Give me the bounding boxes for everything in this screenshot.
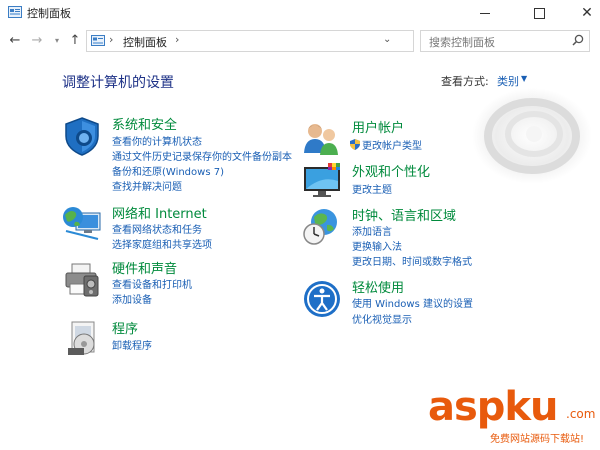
monitor-palette-icon[interactable] — [302, 161, 342, 201]
category-link[interactable]: 更改主题 — [352, 181, 392, 196]
shield-icon[interactable] — [62, 116, 102, 156]
category-title[interactable]: 时钟、语言和区域 — [352, 205, 456, 224]
navigation-bar: ← → ▾ ↑ › 控制面板 › ⌄ ↻ 搜索控制面板 — [0, 28, 600, 54]
breadcrumb-control-panel[interactable]: 控制面板 — [123, 34, 167, 50]
category-link[interactable]: 更改帐户类型 — [350, 137, 422, 152]
watermark-subtitle: 免费网站源码下载站! — [490, 434, 585, 445]
category-title[interactable]: 硬件和声音 — [112, 258, 177, 277]
page-title: 调整计算机的设置 — [62, 75, 174, 91]
category-title[interactable]: 轻松使用 — [352, 277, 404, 296]
category-programs: 程序 卸载程序 — [60, 318, 340, 358]
watermark-brand: aspku — [428, 384, 559, 430]
users-icon[interactable] — [302, 119, 342, 159]
search-input[interactable]: 搜索控制面板 — [420, 30, 590, 52]
category-link[interactable]: 卸载程序 — [112, 337, 152, 352]
category-link[interactable]: 通过文件历史记录保存你的文件备份副本 — [112, 148, 292, 163]
category-title[interactable]: 网络和 Internet — [112, 203, 207, 222]
category-hardware-sound: 硬件和声音 查看设备和打印机 添加设备 — [60, 258, 340, 308]
view-by-caret-icon[interactable]: ▼ — [521, 74, 527, 83]
category-link[interactable]: 添加语言 — [352, 223, 392, 238]
window-title: 控制面板 — [27, 7, 71, 20]
clock-globe-icon[interactable] — [302, 207, 342, 247]
up-button[interactable]: ↑ — [66, 31, 84, 49]
category-ease-of-access: 轻松使用 使用 Windows 建议的设置 优化视觉显示 — [302, 277, 502, 327]
category-title[interactable]: 外观和个性化 — [352, 161, 430, 180]
search-placeholder: 搜索控制面板 — [429, 36, 495, 49]
category-title[interactable]: 系统和安全 — [112, 114, 177, 133]
watermark-suffix: .com — [566, 407, 596, 421]
category-system-security: 系统和安全 查看你的计算机状态 通过文件历史记录保存你的文件备份副本 备份和还原… — [60, 114, 340, 194]
address-separator-icon[interactable]: › — [109, 33, 113, 46]
recent-locations-chevron-icon[interactable]: ▾ — [48, 31, 66, 49]
uac-shield-icon — [350, 139, 360, 150]
ease-of-access-icon[interactable] — [302, 279, 342, 319]
category-link[interactable]: 备份和还原(Windows 7) — [112, 163, 224, 178]
minimize-button[interactable] — [462, 0, 508, 26]
printer-icon[interactable] — [62, 260, 102, 300]
category-link[interactable]: 优化视觉显示 — [352, 311, 412, 326]
category-link[interactable]: 更改日期、时间或数字格式 — [352, 253, 472, 268]
back-button[interactable]: ← — [6, 31, 24, 49]
category-link[interactable]: 查找并解决问题 — [112, 178, 182, 193]
category-network-internet: 网络和 Internet 查看网络状态和任务 选择家庭组和共享选项 — [60, 203, 340, 253]
network-globe-icon[interactable] — [62, 203, 102, 243]
category-link[interactable]: 查看设备和打印机 — [112, 276, 192, 291]
programs-disc-icon[interactable] — [64, 318, 104, 358]
maximize-button[interactable] — [516, 0, 562, 26]
maximize-icon — [533, 7, 545, 19]
control-panel-app-icon — [8, 6, 22, 18]
category-title[interactable]: 用户帐户 — [352, 117, 404, 136]
category-link[interactable]: 更换输入法 — [352, 238, 402, 253]
category-link[interactable]: 使用 Windows 建议的设置 — [352, 295, 473, 310]
category-link[interactable]: 添加设备 — [112, 291, 152, 306]
watermark-swirl-graphic — [472, 88, 592, 184]
address-dropdown-icon[interactable]: ⌄ — [383, 34, 391, 45]
category-link[interactable]: 查看你的计算机状态 — [112, 133, 202, 148]
category-link[interactable]: 查看网络状态和任务 — [112, 221, 202, 236]
category-link[interactable]: 选择家庭组和共享选项 — [112, 236, 212, 251]
title-bar: 控制面板 ✕ — [0, 0, 600, 26]
minimize-icon — [480, 12, 490, 14]
close-icon: ✕ — [581, 5, 593, 21]
category-link-text[interactable]: 更改帐户类型 — [362, 141, 422, 152]
search-icon[interactable] — [571, 33, 585, 47]
category-clock-language-region: 时钟、语言和区域 添加语言 更换输入法 更改日期、时间或数字格式 — [302, 205, 502, 271]
control-panel-address-icon — [91, 35, 105, 46]
address-separator-icon[interactable]: › — [175, 33, 179, 46]
address-bar[interactable]: › 控制面板 › ⌄ ↻ — [86, 30, 494, 52]
close-button[interactable]: ✕ — [564, 0, 600, 26]
category-title[interactable]: 程序 — [112, 318, 138, 337]
forward-button[interactable]: → — [28, 31, 46, 49]
